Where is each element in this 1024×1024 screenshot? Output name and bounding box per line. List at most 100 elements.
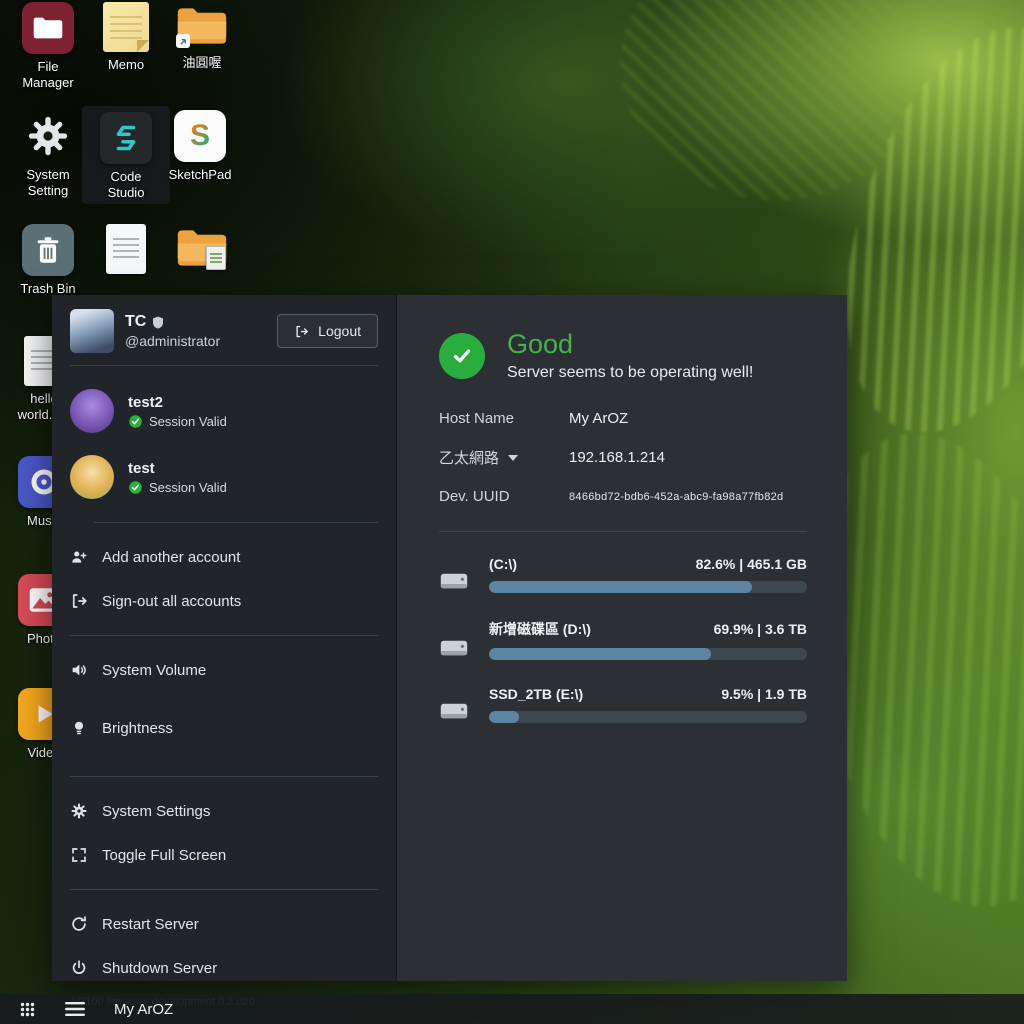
icon-label: Memo bbox=[108, 57, 144, 73]
menu-label: Brightness bbox=[102, 720, 173, 737]
account-row-test2[interactable]: test2 Session Valid bbox=[70, 389, 378, 433]
system-panel: TC @administrator Logout test2 bbox=[52, 295, 847, 981]
account-row-test[interactable]: test Session Valid bbox=[70, 455, 378, 499]
disk-row-e: SSD_2TB (E:\) 9.5% | 1.9 TB bbox=[439, 686, 807, 723]
desktop-icon-folder-doc[interactable] bbox=[164, 224, 240, 277]
disk-usage-bar bbox=[489, 581, 807, 593]
desktop-icon-code-studio[interactable]: Code Studio bbox=[82, 106, 170, 204]
status-ok-icon bbox=[439, 333, 485, 379]
disk-row-d: 新增磁碟區 (D:\) 69.9% | 3.6 TB bbox=[439, 619, 807, 660]
disk-name: 新增磁碟區 (D:\) bbox=[489, 619, 591, 639]
system-volume-label: System Volume bbox=[70, 661, 378, 679]
logout-label: Logout bbox=[318, 323, 361, 339]
network-row: 乙太網路 192.168.1.214 bbox=[439, 447, 807, 468]
sign-out-icon bbox=[70, 592, 88, 610]
account-name: test2 bbox=[128, 394, 227, 411]
user-avatar[interactable] bbox=[70, 309, 114, 353]
folder-doc-icon bbox=[174, 224, 230, 272]
hdd-icon bbox=[439, 699, 469, 723]
icon-label: SketchPad bbox=[169, 167, 232, 183]
disk-usage: 9.5% | 1.9 TB bbox=[721, 686, 807, 702]
mini-document-icon bbox=[206, 246, 226, 270]
power-icon bbox=[70, 959, 88, 977]
disk-usage-fill bbox=[489, 581, 752, 593]
disk-row-c: (C:\) 82.6% | 465.1 GB bbox=[439, 556, 807, 593]
logout-icon bbox=[294, 324, 309, 339]
taskbar-title: My ArOZ bbox=[114, 1001, 173, 1018]
user-panel: TC @administrator Logout test2 bbox=[52, 295, 397, 981]
taskbar: My ArOZ bbox=[0, 994, 1024, 1024]
bulb-icon bbox=[70, 719, 88, 737]
hostname-value: My ArOZ bbox=[569, 410, 628, 427]
uuid-row: Dev. UUID 8466bd72-bdb6-452a-abc9-fa98a7… bbox=[439, 488, 807, 505]
disk-usage-fill bbox=[489, 711, 519, 723]
server-status-header: Good Server seems to be operating well! bbox=[439, 329, 807, 382]
disk-usage: 82.6% | 465.1 GB bbox=[696, 556, 807, 572]
divider bbox=[70, 776, 378, 777]
desktop-icon-folder-shortcut[interactable]: 油圓喔 bbox=[164, 2, 240, 71]
brightness-label: Brightness bbox=[70, 719, 378, 737]
icon-label: Code Studio bbox=[91, 169, 161, 200]
chevron-down-icon bbox=[508, 455, 518, 461]
desktop-icon-file-manager[interactable]: File Manager bbox=[10, 2, 86, 90]
status-subtitle: Server seems to be operating well! bbox=[507, 364, 753, 382]
hostname-label: Host Name bbox=[439, 410, 569, 427]
menu-label: Add another account bbox=[102, 549, 240, 566]
person-plus-icon bbox=[70, 548, 88, 566]
divider bbox=[70, 635, 378, 636]
account-avatar bbox=[70, 455, 114, 499]
divider bbox=[94, 522, 378, 523]
gear-icon bbox=[22, 110, 74, 162]
add-account-item[interactable]: Add another account bbox=[70, 548, 378, 566]
divider bbox=[70, 889, 378, 890]
screen: File Manager Memo 油圓喔 System Setting Cod… bbox=[0, 0, 1024, 1024]
uuid-label: Dev. UUID bbox=[439, 488, 569, 505]
disk-usage-fill bbox=[489, 648, 711, 660]
menu-icon[interactable] bbox=[58, 994, 92, 1024]
network-dropdown[interactable]: 乙太網路 bbox=[439, 447, 569, 468]
gear-icon bbox=[70, 802, 88, 820]
restart-server-item[interactable]: Restart Server bbox=[70, 915, 378, 933]
folder-shortcut-icon bbox=[174, 2, 230, 50]
account-avatar bbox=[70, 389, 114, 433]
menu-label: Shutdown Server bbox=[102, 960, 217, 977]
shortcut-arrow-icon bbox=[176, 34, 190, 48]
desktop-icon-memo[interactable]: Memo bbox=[88, 2, 164, 73]
uuid-value: 8466bd72-bdb6-452a-abc9-fa98a77fb82d bbox=[569, 491, 783, 503]
menu-label: Restart Server bbox=[102, 916, 199, 933]
icon-label: System Setting bbox=[13, 167, 83, 198]
session-valid-icon bbox=[128, 414, 143, 429]
session-status: Session Valid bbox=[149, 414, 227, 429]
desktop-icon-system-setting[interactable]: System Setting bbox=[10, 110, 86, 198]
signout-all-item[interactable]: Sign-out all accounts bbox=[70, 592, 378, 610]
code-studio-icon bbox=[100, 112, 152, 164]
disk-usage-bar bbox=[489, 648, 807, 660]
desktop-icon-sketchpad[interactable]: S SketchPad bbox=[162, 110, 238, 183]
shutdown-server-item[interactable]: Shutdown Server bbox=[70, 959, 378, 977]
toggle-fullscreen-item[interactable]: Toggle Full Screen bbox=[70, 846, 378, 864]
network-label: 乙太網路 bbox=[439, 447, 499, 468]
desktop-icon-trash-bin[interactable]: Trash Bin bbox=[10, 224, 86, 297]
divider bbox=[439, 531, 807, 532]
hdd-icon bbox=[439, 569, 469, 593]
disk-name: SSD_2TB (E:\) bbox=[489, 686, 583, 702]
status-title: Good bbox=[507, 329, 753, 360]
divider bbox=[70, 365, 378, 366]
hdd-icon bbox=[439, 636, 469, 660]
app-launcher-icon[interactable] bbox=[10, 994, 44, 1024]
document-icon bbox=[106, 224, 146, 274]
restart-icon bbox=[70, 915, 88, 933]
icon-label: 油圓喔 bbox=[182, 55, 221, 71]
user-handle: @administrator bbox=[125, 333, 220, 349]
system-settings-item[interactable]: System Settings bbox=[70, 802, 378, 820]
menu-label: Toggle Full Screen bbox=[102, 847, 226, 864]
disk-name: (C:\) bbox=[489, 556, 517, 572]
session-status: Session Valid bbox=[149, 480, 227, 495]
desktop-icon-document[interactable] bbox=[88, 224, 164, 279]
logout-button[interactable]: Logout bbox=[277, 314, 378, 348]
memo-icon bbox=[103, 2, 149, 52]
fullscreen-icon bbox=[70, 846, 88, 864]
hostname-row: Host Name My ArOZ bbox=[439, 410, 807, 427]
ip-address-value: 192.168.1.214 bbox=[569, 449, 665, 466]
disk-usage-bar bbox=[489, 711, 807, 723]
